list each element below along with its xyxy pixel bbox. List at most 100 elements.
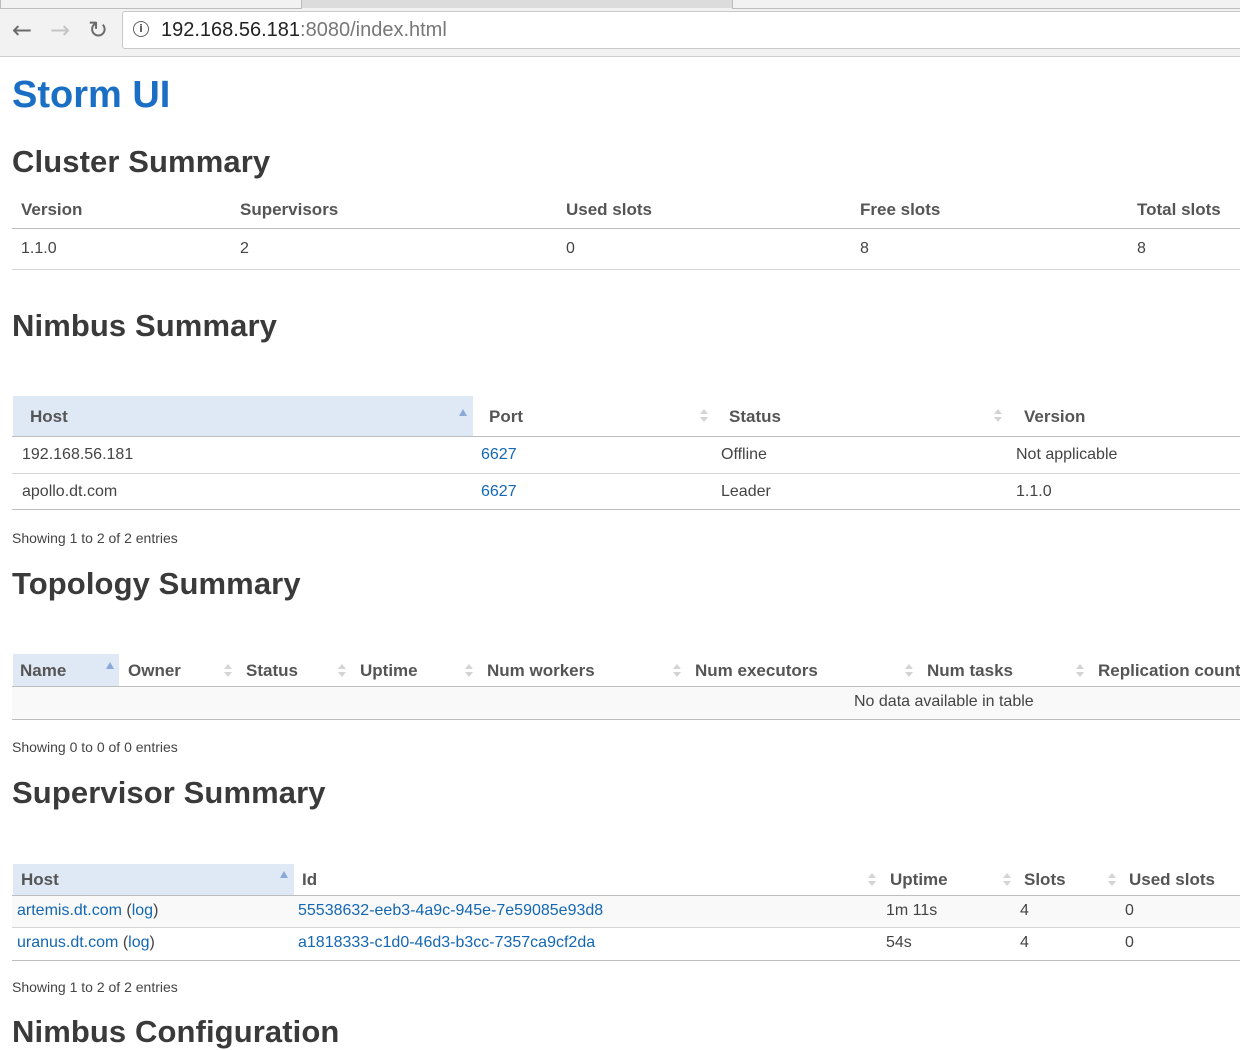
log-paren: (: [118, 934, 129, 951]
reload-icon[interactable]: ↻: [84, 16, 112, 44]
col-header-version[interactable]: Version: [1024, 407, 1085, 427]
col-header-num-tasks[interactable]: Num tasks: [927, 661, 1013, 681]
nimbus-version-cell: Not applicable: [1016, 446, 1118, 463]
sorted-column-highlight: [13, 396, 473, 436]
sort-both-icon[interactable]: [465, 664, 473, 678]
forward-arrow-icon[interactable]: →: [46, 16, 74, 44]
cluster-total-slots-value: 8: [1137, 240, 1146, 257]
sort-both-icon[interactable]: [673, 664, 681, 678]
cluster-used-slots-value: 0: [566, 240, 575, 257]
col-header-uptime[interactable]: Uptime: [890, 870, 948, 890]
col-header-slots[interactable]: Slots: [1024, 870, 1066, 890]
table-divider: [12, 228, 1240, 229]
sort-both-icon[interactable]: [1003, 873, 1011, 887]
table-divider: [12, 473, 1240, 474]
url-path: :8080/index.html: [300, 19, 447, 41]
supervisor-id-link[interactable]: 55538632-eeb3-4a9c-945e-7e59085e93d8: [298, 902, 603, 920]
log-paren: ): [153, 902, 159, 919]
supervisor-slots-cell: 4: [1020, 934, 1029, 951]
col-header-owner[interactable]: Owner: [128, 661, 181, 681]
col-header-port[interactable]: Port: [489, 407, 523, 427]
sort-both-icon[interactable]: [868, 873, 876, 887]
topology-summary-heading: Topology Summary: [12, 566, 301, 601]
table-divider: [12, 436, 1240, 437]
col-header-uptime[interactable]: Uptime: [360, 661, 418, 681]
page-title[interactable]: Storm UI: [12, 74, 170, 117]
col-header-status[interactable]: Status: [729, 407, 781, 427]
info-icon[interactable]: i: [133, 21, 149, 37]
nimbus-status-cell: Leader: [721, 483, 771, 500]
empty-row: [12, 687, 1240, 719]
col-header-version[interactable]: Version: [21, 200, 82, 220]
sort-both-icon[interactable]: [1108, 873, 1116, 887]
col-header-num-workers[interactable]: Num workers: [487, 661, 595, 681]
col-header-id[interactable]: Id: [302, 870, 317, 890]
cluster-supervisors-value: 2: [240, 240, 249, 257]
cluster-free-slots-value: 8: [860, 240, 869, 257]
supervisor-summary-heading: Supervisor Summary: [12, 775, 326, 810]
sort-asc-icon[interactable]: [280, 871, 288, 878]
supervisor-slots-cell: 4: [1020, 902, 1029, 919]
supervisor-host-link[interactable]: uranus.dt.com: [17, 934, 118, 951]
supervisor-uptime-cell: 1m 11s: [886, 902, 938, 919]
browser-tab[interactable]: [0, 0, 302, 9]
col-header-host[interactable]: Host: [21, 870, 59, 890]
col-header-num-executors[interactable]: Num executors: [695, 661, 818, 681]
log-paren: ): [149, 934, 155, 951]
col-header-free-slots[interactable]: Free slots: [860, 200, 940, 220]
cluster-version-value: 1.1.0: [21, 240, 57, 257]
url-host: 192.168.56.181: [161, 19, 301, 41]
table-divider: [12, 269, 1240, 270]
supervisor-used-slots-cell: 0: [1125, 902, 1134, 919]
sort-both-icon[interactable]: [1076, 664, 1084, 678]
table-divider: [12, 509, 1240, 510]
table-divider: [12, 960, 1240, 961]
back-arrow-icon[interactable]: ←: [8, 16, 36, 44]
cluster-summary-heading: Cluster Summary: [12, 144, 271, 179]
nimbus-port-link[interactable]: 6627: [481, 483, 517, 501]
tab-strip: [0, 0, 1240, 9]
supervisor-table-info: Showing 1 to 2 of 2 entries: [12, 979, 178, 995]
col-header-replication-count[interactable]: Replication count: [1098, 661, 1240, 681]
table-row: [12, 896, 1240, 927]
address-bar[interactable]: i 192.168.56.181:8080/index.html: [122, 11, 1240, 49]
sort-both-icon[interactable]: [700, 409, 708, 423]
col-header-supervisors[interactable]: Supervisors: [240, 200, 338, 220]
nimbus-configuration-heading: Nimbus Configuration: [12, 1014, 340, 1049]
topology-table-info: Showing 0 to 0 of 0 entries: [12, 739, 178, 755]
supervisor-host-cell: uranus.dt.com (log): [17, 934, 155, 952]
col-header-name[interactable]: Name: [20, 661, 66, 681]
sort-asc-icon[interactable]: [459, 409, 467, 416]
nimbus-summary-heading: Nimbus Summary: [12, 308, 277, 343]
browser-toolbar: ← → ↻ i 192.168.56.181:8080/index.html: [0, 0, 1240, 57]
sort-asc-icon[interactable]: [106, 662, 114, 669]
col-header-used-slots[interactable]: Used slots: [1129, 870, 1215, 890]
nimbus-table-info: Showing 1 to 2 of 2 entries: [12, 530, 178, 546]
browser-tab[interactable]: [732, 0, 1240, 9]
sort-both-icon[interactable]: [905, 664, 913, 678]
col-header-used-slots[interactable]: Used slots: [566, 200, 652, 220]
log-paren: (: [121, 902, 132, 919]
supervisor-used-slots-cell: 0: [1125, 934, 1134, 951]
nimbus-host-cell: 192.168.56.181: [22, 446, 134, 463]
supervisor-host-link[interactable]: artemis.dt.com: [17, 902, 122, 919]
supervisor-uptime-cell: 54s: [886, 934, 912, 951]
col-header-total-slots[interactable]: Total slots: [1137, 200, 1221, 220]
col-header-host[interactable]: Host: [30, 407, 68, 427]
supervisor-log-link[interactable]: log: [132, 902, 153, 919]
supervisor-host-cell: artemis.dt.com (log): [17, 902, 158, 920]
nimbus-port-link[interactable]: 6627: [481, 446, 517, 464]
nimbus-status-cell: Offline: [721, 446, 767, 463]
table-divider: [12, 719, 1240, 720]
sort-both-icon[interactable]: [338, 664, 346, 678]
empty-table-message: No data available in table: [854, 693, 1034, 710]
sort-both-icon[interactable]: [224, 664, 232, 678]
url-text[interactable]: 192.168.56.181:8080/index.html: [161, 20, 447, 40]
table-divider: [12, 927, 1240, 928]
nimbus-version-cell: 1.1.0: [1016, 483, 1052, 500]
col-header-status[interactable]: Status: [246, 661, 298, 681]
nimbus-host-cell: apollo.dt.com: [22, 483, 118, 500]
sort-both-icon[interactable]: [994, 409, 1002, 423]
supervisor-log-link[interactable]: log: [128, 934, 149, 951]
supervisor-id-link[interactable]: a1818333-c1d0-46d3-b3cc-7357ca9cf2da: [298, 934, 595, 952]
